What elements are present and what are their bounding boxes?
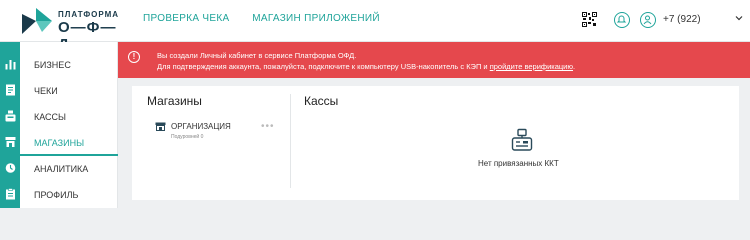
user-avatar-icon[interactable] xyxy=(640,12,656,28)
logo-mark-icon xyxy=(22,8,52,34)
verification-alert: ! Вы создали Личный кабинет в сервисе Пл… xyxy=(118,42,750,78)
receipt-icon xyxy=(6,84,15,96)
sidebar-item-analytics[interactable]: АНАЛИТИКА xyxy=(0,156,118,182)
alert-line1: Вы создали Личный кабинет в сервисе Плат… xyxy=(157,51,357,60)
brand-line1: ПЛАТФОРМА xyxy=(58,10,120,19)
store-icon xyxy=(155,122,166,131)
sidebar-item-registers[interactable]: КАССЫ xyxy=(0,104,118,130)
nav-check-receipt[interactable]: ПРОВЕРКА ЧЕКА xyxy=(143,13,229,24)
sidebar-item-profile[interactable]: ПРОФИЛЬ xyxy=(0,182,118,208)
store-item-name[interactable]: ОРГАНИЗАЦИЯ xyxy=(171,122,231,131)
top-nav: ПРОВЕРКА ЧЕКА МАГАЗИН ПРИЛОЖЕНИЙ xyxy=(143,13,400,24)
sidebar-item-label: БИЗНЕС xyxy=(34,60,71,70)
top-header: ПЛАТФОРМА О—Ф—Д ПРОВЕРКА ЧЕКА МАГАЗИН ПР… xyxy=(0,0,750,53)
sidebar-item-label: АНАЛИТИКА xyxy=(34,164,89,174)
clipboard-icon xyxy=(6,188,15,200)
warning-icon: ! xyxy=(128,51,140,63)
registers-heading: Кассы xyxy=(304,94,339,108)
store-item-sublevels: Подуровней 0 xyxy=(171,134,204,140)
verification-link[interactable]: пройдите верификацию xyxy=(490,62,573,71)
sidebar: БИЗНЕС ЧЕКИ КАССЫ МАГАЗИНЫ АНАЛИТИКА ПРО… xyxy=(0,42,118,208)
cash-register-icon xyxy=(511,128,533,151)
sidebar-item-label: ПРОФИЛЬ xyxy=(34,190,79,200)
account-phone[interactable]: +7 (922) xyxy=(663,14,701,25)
store-icon xyxy=(5,137,16,147)
sidebar-item-label: ЧЕКИ xyxy=(34,86,58,96)
nav-app-store[interactable]: МАГАЗИН ПРИЛОЖЕНИЙ xyxy=(252,13,380,24)
clock-icon xyxy=(5,163,16,173)
content-panel xyxy=(132,86,739,200)
registers-empty-text: Нет привязанных ККТ xyxy=(478,159,559,168)
alert-line2-text: Для подтверждения аккаунта, пожалуйста, … xyxy=(157,62,490,71)
brand-logo[interactable]: ПЛАТФОРМА О—Ф—Д xyxy=(20,4,120,53)
stores-heading: Магазины xyxy=(147,94,202,108)
chart-icon xyxy=(5,60,16,70)
panel-divider xyxy=(290,94,291,188)
store-item-menu-icon[interactable]: ••• xyxy=(261,121,275,132)
chevron-down-icon[interactable] xyxy=(735,14,743,22)
sidebar-item-business[interactable]: БИЗНЕС xyxy=(0,52,118,78)
cash-register-icon xyxy=(5,110,16,122)
sidebar-item-receipts[interactable]: ЧЕКИ xyxy=(0,78,118,104)
alert-line2: Для подтверждения аккаунта, пожалуйста, … xyxy=(157,62,575,71)
sidebar-item-label: МАГАЗИНЫ xyxy=(34,138,85,148)
qr-code-icon[interactable] xyxy=(582,12,597,27)
sidebar-item-stores[interactable]: МАГАЗИНЫ xyxy=(0,130,118,156)
notification-bell-icon[interactable] xyxy=(614,12,630,28)
sidebar-item-label: КАССЫ xyxy=(34,112,67,122)
alert-line2-end: . xyxy=(573,62,576,71)
